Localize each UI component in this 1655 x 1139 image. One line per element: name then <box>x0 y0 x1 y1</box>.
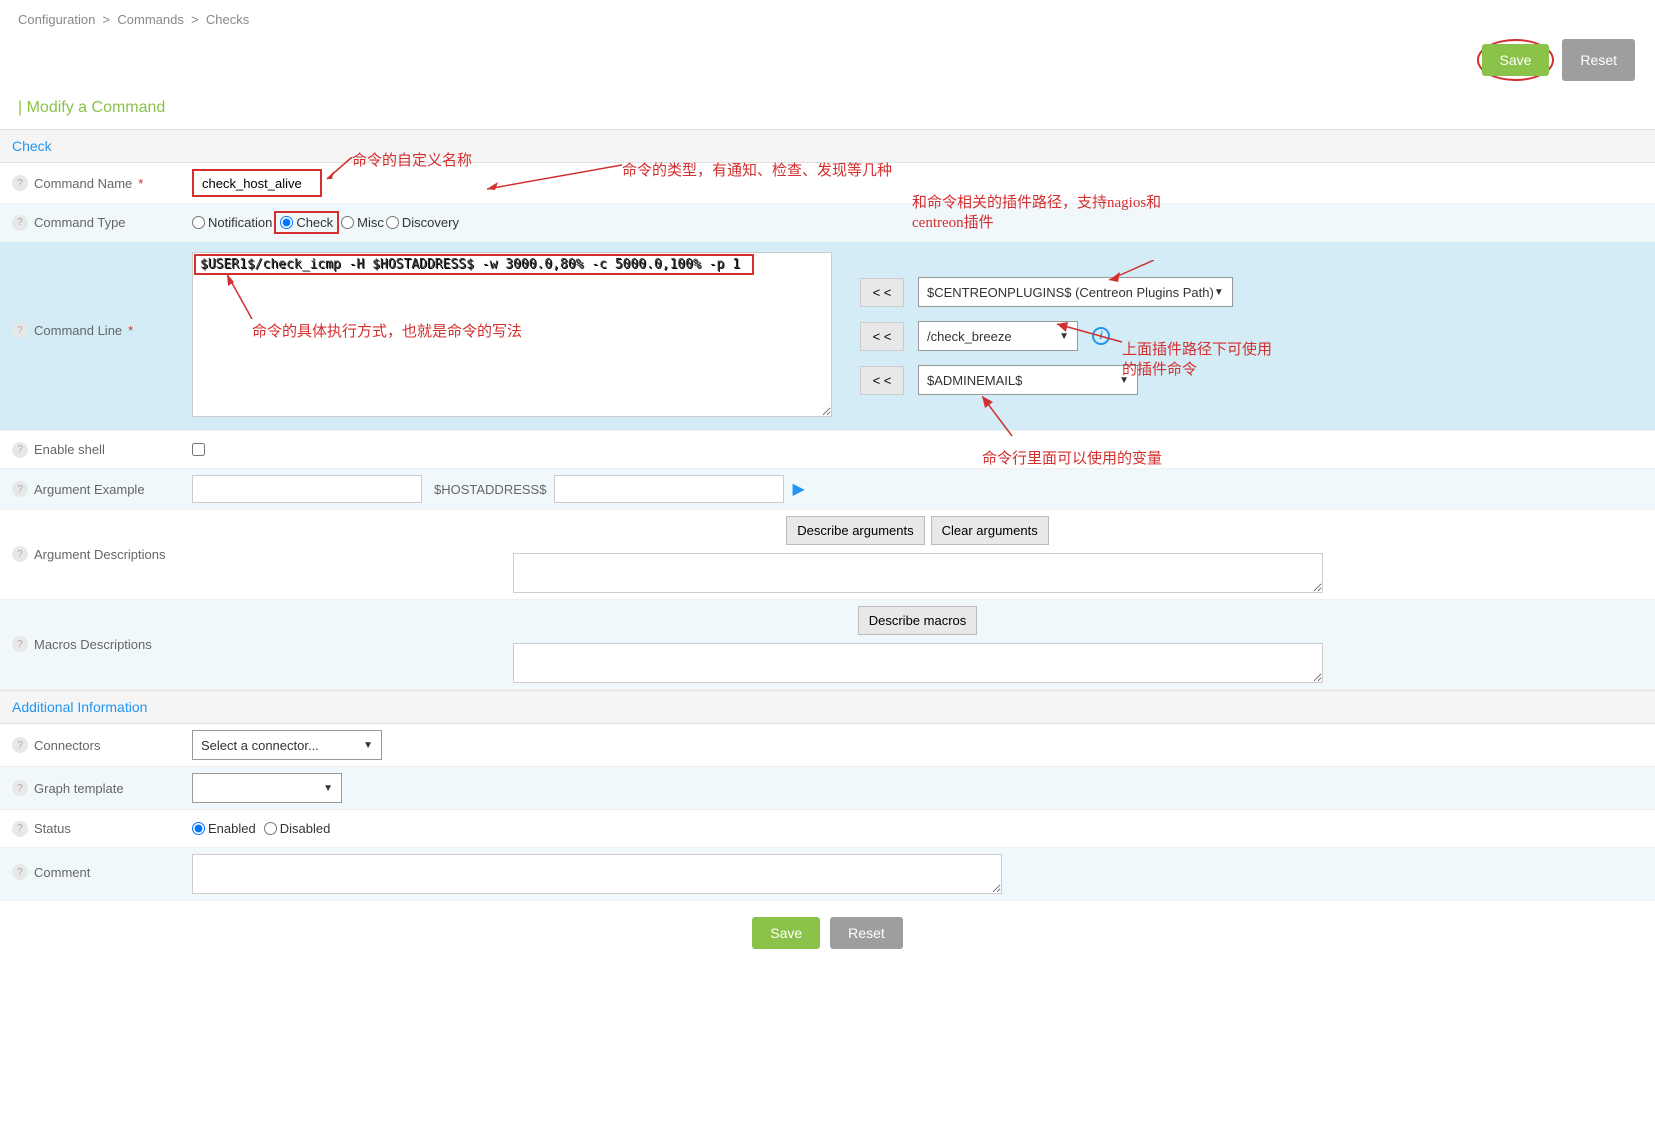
section-check: Check <box>0 129 1655 163</box>
comment-textarea[interactable] <box>192 854 1002 894</box>
plugin-cmd-select[interactable]: /check_breeze▼ <box>918 321 1078 351</box>
help-icon[interactable]: ? <box>12 821 28 837</box>
row-graph-template: ? Graph template ▼ <box>0 767 1655 810</box>
argument-example-input[interactable] <box>192 475 422 503</box>
help-icon[interactable]: ? <box>12 175 28 191</box>
reset-button-bottom[interactable]: Reset <box>830 917 903 949</box>
row-status: ? Status Enabled Disabled <box>0 810 1655 848</box>
play-icon[interactable]: ▶ <box>792 479 804 499</box>
chevron-down-icon: ▼ <box>1059 331 1069 342</box>
hostaddress-macro-label: $HOSTADDRESS$ <box>430 482 546 497</box>
help-icon[interactable]: ? <box>12 737 28 753</box>
clear-arguments-button[interactable]: Clear arguments <box>931 516 1049 545</box>
insert-plugin-path-button[interactable]: < < <box>860 278 904 307</box>
radio-discovery[interactable]: Discovery <box>386 215 459 230</box>
radio-misc[interactable]: Misc <box>341 215 384 230</box>
graph-template-select[interactable]: ▼ <box>192 773 342 803</box>
macros-descriptions-textarea[interactable] <box>513 643 1323 683</box>
save-highlight-circle: Save <box>1477 39 1555 81</box>
breadcrumb-item[interactable]: Commands <box>117 12 183 27</box>
annotation-variables: 命令行里面可以使用的变量 <box>982 447 1162 468</box>
describe-arguments-button[interactable]: Describe arguments <box>786 516 924 545</box>
breadcrumb-item[interactable]: Checks <box>206 12 249 27</box>
help-icon[interactable]: ? <box>12 636 28 652</box>
chevron-down-icon: ▼ <box>363 740 373 751</box>
save-button-bottom[interactable]: Save <box>752 917 820 949</box>
radio-disabled[interactable]: Disabled <box>264 821 331 836</box>
plugin-path-select[interactable]: $CENTREONPLUGINS$ (Centreon Plugins Path… <box>918 277 1233 307</box>
describe-macros-button[interactable]: Describe macros <box>858 606 978 635</box>
chevron-down-icon: ▼ <box>1214 287 1224 298</box>
help-icon[interactable]: ? <box>12 442 28 458</box>
label-command-type: Command Type <box>34 215 126 230</box>
radio-check[interactable]: Check <box>274 211 339 234</box>
label-command-line: Command Line <box>34 323 122 338</box>
connectors-select[interactable]: Select a connector...▼ <box>192 730 382 760</box>
insert-plugin-cmd-button[interactable]: < < <box>860 322 904 351</box>
annotation-plugin-path-b: centreon插件 <box>912 211 994 232</box>
row-argument-example: ? Argument Example $HOSTADDRESS$ ▶ <box>0 469 1655 510</box>
row-connectors: ? Connectors Select a connector...▼ <box>0 724 1655 767</box>
help-icon[interactable]: ? <box>12 481 28 497</box>
help-icon[interactable]: ? <box>12 546 28 562</box>
help-icon[interactable]: ? <box>12 780 28 796</box>
reset-button[interactable]: Reset <box>1562 39 1635 81</box>
row-command-type: ? Command Type Notification Check Misc D… <box>0 204 1655 242</box>
breadcrumb-item[interactable]: Configuration <box>18 12 95 27</box>
label-command-name: Command Name <box>34 176 132 191</box>
row-command-line: ? Command Line * $USER1$/check_icmp -H $… <box>0 242 1655 431</box>
chevron-down-icon: ▼ <box>1119 375 1129 386</box>
insert-variable-button[interactable]: < < <box>860 366 904 395</box>
argument-example-input-2[interactable] <box>554 475 784 503</box>
label-argument-example: Argument Example <box>34 482 145 497</box>
enable-shell-checkbox[interactable] <box>192 443 205 456</box>
label-graph-template: Graph template <box>34 781 124 796</box>
command-line-textarea[interactable] <box>192 252 832 417</box>
breadcrumb: Configuration > Commands > Checks <box>0 0 1655 39</box>
variable-select[interactable]: $ADMINEMAIL$▼ <box>918 365 1138 395</box>
argument-descriptions-textarea[interactable] <box>513 553 1323 593</box>
row-enable-shell: ? Enable shell 命令行里面可以使用的变量 <box>0 431 1655 469</box>
help-icon[interactable]: ? <box>12 864 28 880</box>
row-command-name: ? Command Name * 命令的自定义名称 命令的类型，有通知、检查、发… <box>0 163 1655 204</box>
radio-enabled[interactable]: Enabled <box>192 821 256 836</box>
annotation-type: 命令的类型，有通知、检查、发现等几种 <box>622 159 892 180</box>
required-marker: * <box>128 323 133 338</box>
label-argument-descriptions: Argument Descriptions <box>34 547 166 562</box>
help-icon[interactable]: ? <box>12 322 28 338</box>
help-icon[interactable]: ? <box>12 215 28 231</box>
label-connectors: Connectors <box>34 738 100 753</box>
radio-notification[interactable]: Notification <box>192 215 272 230</box>
row-argument-descriptions: ? Argument Descriptions Describe argumen… <box>0 510 1655 600</box>
label-comment: Comment <box>34 865 90 880</box>
label-macros-descriptions: Macros Descriptions <box>34 637 152 652</box>
page-title: | Modify a Command <box>0 91 1655 129</box>
row-comment: ? Comment <box>0 848 1655 901</box>
label-enable-shell: Enable shell <box>34 442 105 457</box>
section-additional: Additional Information <box>0 690 1655 724</box>
row-macros-descriptions: ? Macros Descriptions Describe macros <box>0 600 1655 690</box>
chevron-down-icon: ▼ <box>323 783 333 794</box>
label-status: Status <box>34 821 71 836</box>
required-marker: * <box>138 176 143 191</box>
info-icon[interactable]: i <box>1092 327 1110 345</box>
save-button[interactable]: Save <box>1482 44 1550 76</box>
command-name-input[interactable] <box>192 169 322 197</box>
